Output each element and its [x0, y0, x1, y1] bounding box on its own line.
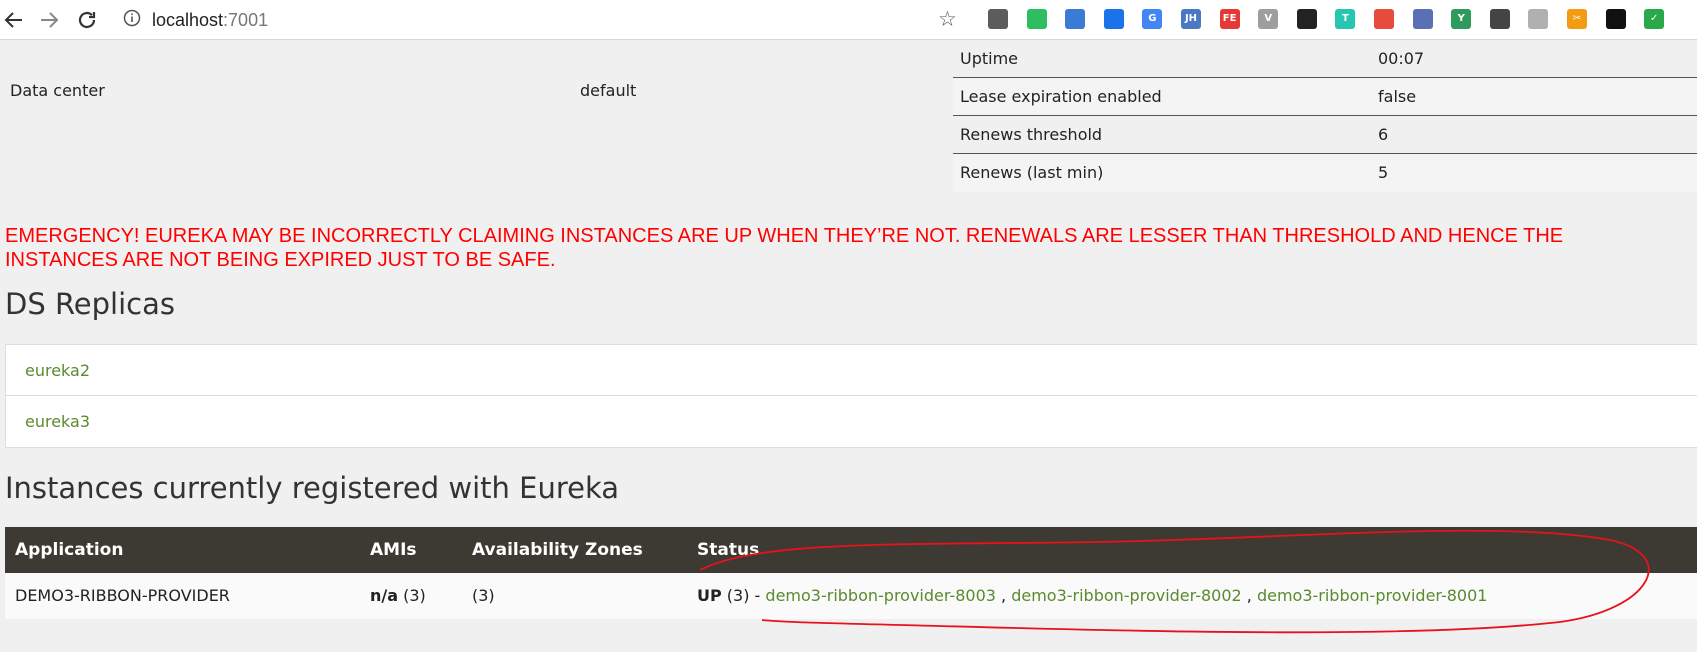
- ext-square-icon[interactable]: [1605, 9, 1626, 29]
- ext-fe-icon[interactable]: FE: [1219, 9, 1240, 29]
- star-icon[interactable]: ☆: [938, 7, 957, 31]
- info-row-uptime: Uptime 00:07: [953, 40, 1697, 78]
- info-icon[interactable]: [122, 9, 142, 29]
- info-row-renews-threshold: Renews threshold 6: [953, 116, 1697, 154]
- general-info-table: Uptime 00:07 Lease expiration enabled fa…: [953, 40, 1697, 192]
- instance-link-8003[interactable]: demo3-ribbon-provider-8003: [765, 586, 996, 605]
- table-header: Application AMIs Availability Zones Stat…: [5, 527, 1697, 573]
- ext-globe-icon[interactable]: [1065, 9, 1086, 29]
- ext-cube-icon[interactable]: [1374, 9, 1394, 29]
- info-row-renews-last-min: Renews (last min) 5: [953, 154, 1697, 192]
- separator: ,: [995, 586, 1012, 605]
- column-header-amis: AMIs: [370, 540, 417, 560]
- amis-count: (3): [398, 586, 426, 605]
- column-header-zones: Availability Zones: [472, 540, 643, 560]
- info-value: 00:07: [1378, 49, 1425, 68]
- column-header-application: Application: [15, 540, 124, 560]
- address-bar[interactable]: localhost:7001: [152, 8, 268, 32]
- status-value: UP: [697, 586, 722, 605]
- ext-check-icon[interactable]: ✓: [1644, 9, 1665, 29]
- evernote-icon[interactable]: [1026, 9, 1047, 29]
- info-key: Uptime: [960, 49, 1019, 68]
- data-center-label: Data center: [10, 81, 105, 100]
- back-arrow-icon[interactable]: [2, 8, 26, 32]
- ds-replicas-title: DS Replicas: [5, 287, 175, 321]
- info-value: false: [1378, 87, 1417, 106]
- column-header-status: Status: [697, 540, 760, 560]
- data-center-value: default: [580, 81, 637, 100]
- reload-icon[interactable]: [75, 8, 99, 32]
- google-translate-icon[interactable]: G: [1142, 9, 1163, 29]
- status-count: (3) -: [721, 586, 766, 605]
- ext-t-icon[interactable]: T: [1335, 9, 1356, 29]
- info-value: 5: [1378, 163, 1389, 182]
- emergency-line-1: EMERGENCY! EUREKA MAY BE INCORRECTLY CLA…: [5, 225, 1564, 247]
- browser-toolbar: localhost:7001 ☆ G JH FE V T Y ✂ ✓: [0, 0, 1697, 40]
- zones-cell: (3): [472, 586, 495, 605]
- replica-link-eureka3[interactable]: eureka3: [25, 412, 90, 431]
- info-value: 6: [1378, 125, 1389, 144]
- ext-mask-icon[interactable]: [1296, 9, 1317, 29]
- info-key: Renews threshold: [960, 125, 1103, 144]
- ext-v-icon[interactable]: V: [1258, 9, 1279, 29]
- info-key: Lease expiration enabled: [960, 87, 1162, 106]
- ext-gray-icon[interactable]: [1528, 9, 1549, 29]
- separator: ,: [1241, 586, 1257, 605]
- url-port: :7001: [223, 10, 269, 30]
- qr-code-icon[interactable]: [1489, 9, 1510, 29]
- amis-value: n/a: [370, 586, 399, 605]
- ext-y-icon[interactable]: Y: [1451, 9, 1472, 29]
- info-row-lease-expiration: Lease expiration enabled false: [953, 78, 1697, 116]
- replica-link-eureka2[interactable]: eureka2: [25, 361, 90, 380]
- table-row: DEMO3-RIBBON-PROVIDER n/a (3) (3) UP (3)…: [5, 573, 1697, 619]
- instances-table: Application AMIs Availability Zones Stat…: [5, 527, 1697, 619]
- amis-cell: n/a (3): [370, 573, 426, 619]
- emergency-message: EMERGENCY! EUREKA MAY BE INCORRECTLY CLA…: [5, 224, 1697, 272]
- scissors-icon[interactable]: ✂: [1567, 9, 1587, 29]
- status-cell: UP (3) - demo3-ribbon-provider-8003 , de…: [697, 573, 1487, 619]
- ext-jh-icon[interactable]: JH: [1181, 9, 1201, 29]
- list-item: eureka3: [6, 396, 1697, 447]
- ext-window-icon[interactable]: [1412, 9, 1433, 29]
- application-name: DEMO3-RIBBON-PROVIDER: [15, 586, 230, 605]
- general-info-left: Data center default: [0, 40, 950, 186]
- instance-link-8002[interactable]: demo3-ribbon-provider-8002: [1011, 586, 1242, 605]
- ext-1-icon[interactable]: [988, 9, 1008, 29]
- emergency-line-2: INSTANCES ARE NOT BEING EXPIRED JUST TO …: [5, 249, 556, 271]
- list-item: eureka2: [6, 345, 1697, 396]
- instances-title: Instances currently registered with Eure…: [5, 471, 620, 505]
- instance-link-8001[interactable]: demo3-ribbon-provider-8001: [1257, 586, 1488, 605]
- url-host: localhost: [152, 10, 224, 30]
- ds-replicas-list: eureka2 eureka3: [5, 344, 1697, 448]
- ext-download-icon[interactable]: [1103, 9, 1124, 29]
- info-key: Renews (last min): [960, 163, 1104, 182]
- forward-arrow-icon[interactable]: [37, 8, 61, 32]
